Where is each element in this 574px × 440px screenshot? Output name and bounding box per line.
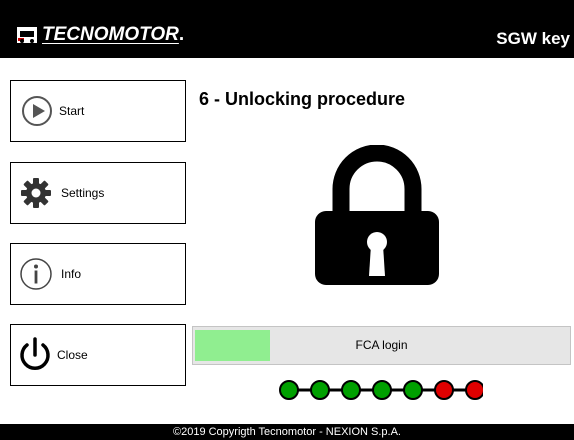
- close-button[interactable]: Close: [10, 324, 186, 386]
- lock-icon: [315, 145, 439, 285]
- power-icon: [20, 337, 50, 370]
- info-label: Info: [61, 267, 82, 281]
- step-dot-1: [279, 380, 299, 400]
- step-dot-6: [434, 380, 454, 400]
- step-dot-2: [310, 380, 330, 400]
- step-title: 6 - Unlocking procedure: [199, 89, 406, 109]
- brand-logo: TECNOMOTOR.: [16, 22, 184, 48]
- settings-label: Settings: [61, 186, 105, 200]
- play-icon: [22, 96, 52, 126]
- step-dot-3: [341, 380, 361, 400]
- step-dot-5: [403, 380, 423, 400]
- copyright-text: ©2019 Copyrigth Tecnomotor - NEXION S.p.…: [172, 426, 401, 438]
- header-bar: TECNOMOTOR. SGW key: [0, 0, 574, 58]
- step-indicator: [279, 380, 483, 400]
- brand-name: TECNOMOTOR: [42, 24, 179, 45]
- settings-button[interactable]: Settings: [10, 162, 186, 224]
- info-button[interactable]: Info: [10, 243, 186, 305]
- step-dot-7: [465, 380, 483, 400]
- footer-bar: ©2019 Copyrigth Tecnomotor - NEXION S.p.…: [0, 424, 574, 440]
- step-dot-4: [372, 380, 392, 400]
- info-icon: [20, 258, 52, 290]
- car-icon: [17, 27, 37, 43]
- gear-icon: [21, 178, 51, 208]
- start-label: Start: [59, 104, 85, 118]
- start-button[interactable]: Start: [10, 80, 186, 142]
- app-title: SGW key: [496, 29, 570, 48]
- progress-label: FCA login: [355, 338, 408, 352]
- progress-bar: FCA login: [192, 326, 571, 365]
- close-label: Close: [57, 348, 88, 362]
